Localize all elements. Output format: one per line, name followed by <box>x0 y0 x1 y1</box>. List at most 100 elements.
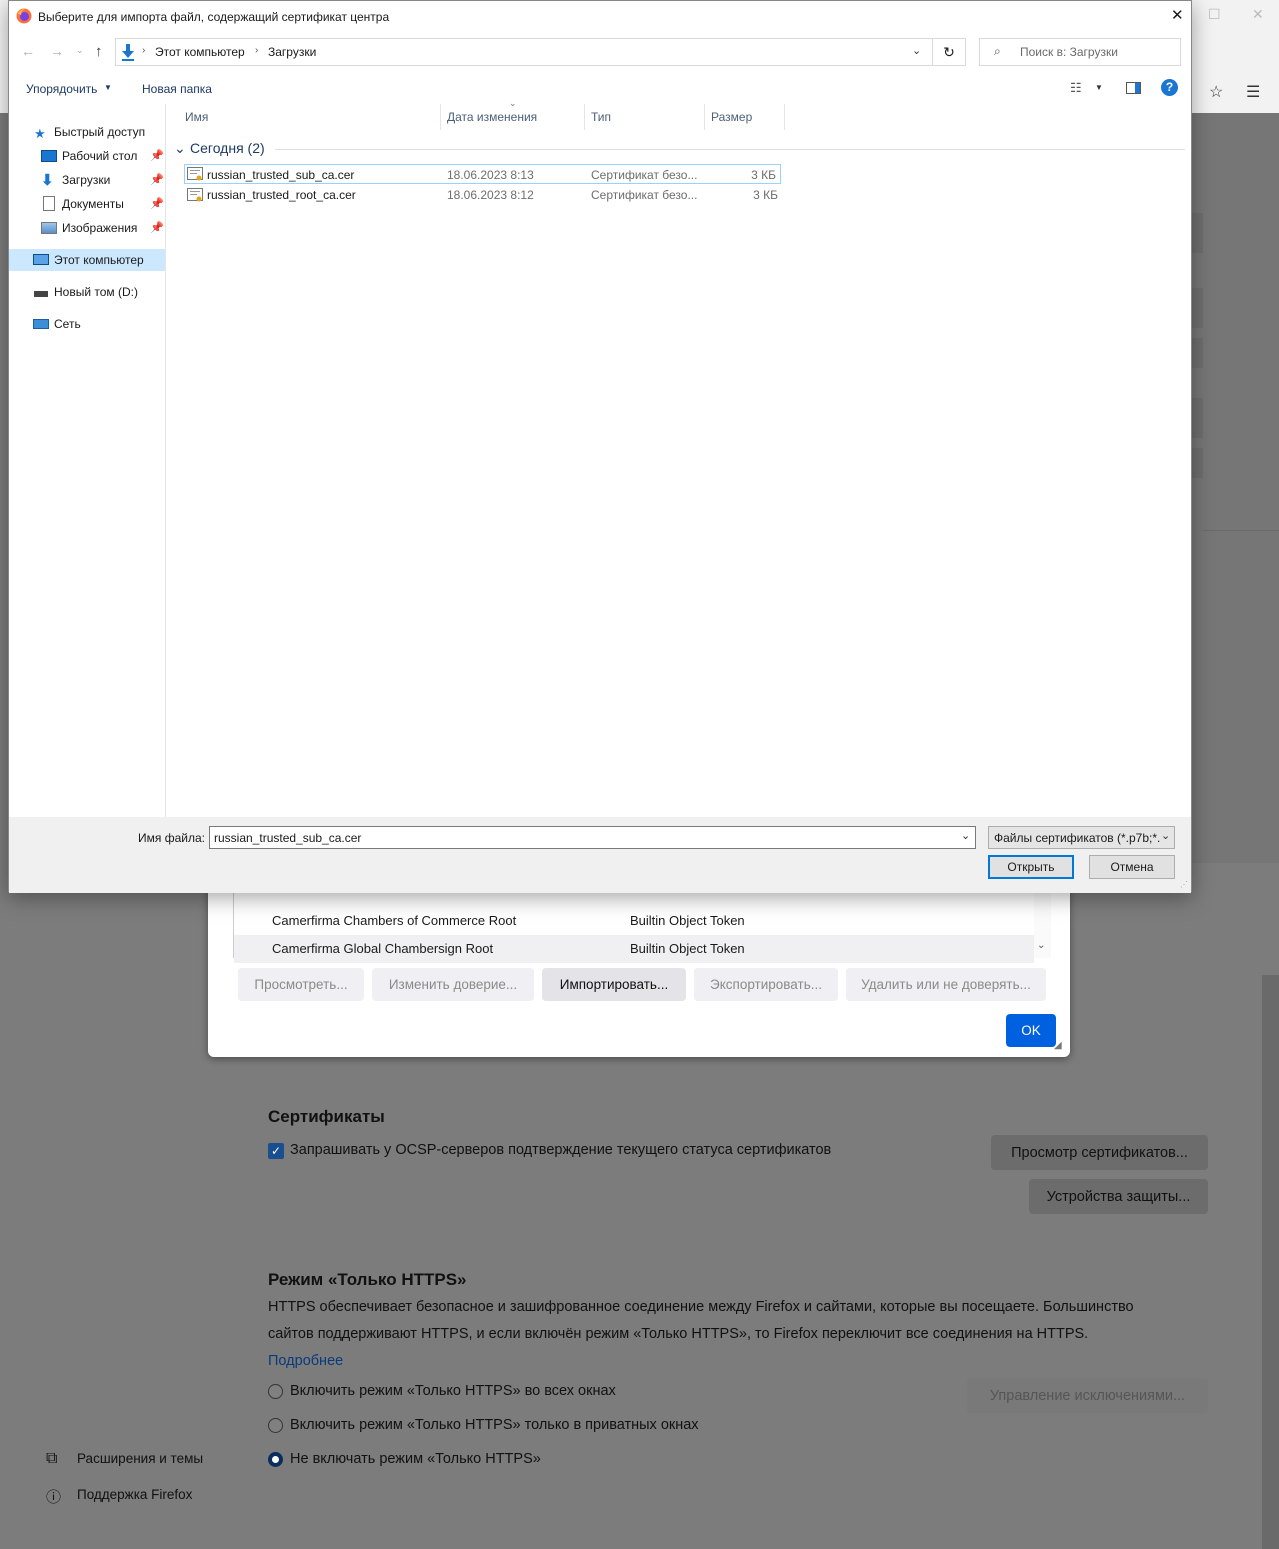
https-off-radio[interactable] <box>268 1452 283 1467</box>
network-icon <box>33 319 49 329</box>
close-icon[interactable]: ✕ <box>1171 6 1184 24</box>
dialog-title: Выберите для импорта файл, содержащий се… <box>38 10 390 24</box>
help-icon[interactable]: ? <box>1161 79 1178 96</box>
recent-locations-chevron-icon[interactable]: ⌄ <box>76 45 84 56</box>
nav-this-pc[interactable]: Этот компьютер <box>9 249 165 271</box>
sidebar-extensions[interactable]: Расширения и темы <box>77 1451 203 1466</box>
organize-dropdown-icon[interactable]: ▼ <box>104 83 112 92</box>
filetype-dropdown-icon[interactable]: ⌄ <box>1161 829 1170 842</box>
breadcrumb-separator-icon: › <box>255 45 259 56</box>
nav-downloads[interactable]: ⬇ Загрузки 📌 <box>9 169 165 191</box>
address-bar[interactable]: › Этот компьютер › Загрузки ⌄ <box>115 38 933 66</box>
document-icon <box>43 196 55 211</box>
file-type: Сертификат безо... <box>591 188 698 202</box>
refresh-icon[interactable]: ↻ <box>933 38 966 66</box>
https-description-line1: HTTPS обеспечивает безопасное и зашифров… <box>268 1299 1134 1315</box>
back-arrow-icon[interactable]: ← <box>21 43 35 59</box>
table-row[interactable]: Camerfirma Chambers of Commerce Root Bui… <box>234 907 1034 935</box>
export-button[interactable]: Экспортировать... <box>694 968 838 1001</box>
file-size: 3 КБ <box>753 188 778 202</box>
delete-distrust-button[interactable]: Удалить или не доверять... <box>846 968 1046 1001</box>
group-divider <box>275 149 1185 150</box>
view-certificates-button[interactable]: Просмотр сертификатов... <box>991 1135 1208 1170</box>
new-folder-button[interactable]: Новая папка <box>142 82 212 96</box>
breadcrumb-downloads[interactable]: Загрузки <box>268 45 316 59</box>
cert-device: Builtin Object Token <box>630 913 745 928</box>
file-type: Сертификат безо... <box>591 168 698 182</box>
import-button[interactable]: Импортировать... <box>542 968 686 1001</box>
forward-arrow-icon[interactable]: → <box>50 43 64 59</box>
filename-dropdown-icon[interactable]: ⌄ <box>961 829 970 842</box>
breadcrumb-this-pc[interactable]: Этот компьютер <box>155 45 245 59</box>
nav-quick-access[interactable]: ★ Быстрый доступ <box>9 121 165 143</box>
menu-icon[interactable]: ☰ <box>1246 82 1260 102</box>
filetype-select[interactable]: Файлы сертификатов (*.p7b;*. ⌄ <box>988 826 1175 849</box>
firefox-window-controls: ☐ ✕ <box>1192 0 1279 30</box>
nav-documents[interactable]: Документы 📌 <box>9 193 165 215</box>
up-arrow-icon[interactable]: ↑ <box>95 43 103 60</box>
column-name[interactable]: Имя <box>167 104 441 130</box>
open-button[interactable]: Открыть <box>988 855 1074 879</box>
ocsp-checkbox[interactable]: ✓ <box>268 1143 284 1159</box>
breadcrumb-separator-icon: › <box>142 45 146 56</box>
manage-exceptions-button[interactable]: Управление исключениями... <box>967 1378 1208 1413</box>
organize-button[interactable]: Упорядочить <box>26 82 97 96</box>
nav-label: Рабочий стол <box>62 149 138 163</box>
filename-label: Имя файла: <box>138 831 205 845</box>
view-cert-button[interactable]: Просмотреть... <box>238 968 364 1001</box>
certificate-file-icon <box>187 188 203 202</box>
column-type[interactable]: Тип <box>585 104 705 130</box>
nav-images[interactable]: Изображения 📌 <box>9 217 165 239</box>
pin-icon: 📌 <box>150 198 164 210</box>
cert-device: Builtin Object Token <box>630 941 745 956</box>
cert-name: Camerfirma Global Chambersign Root <box>272 941 494 956</box>
nav-drive-d[interactable]: Новый том (D:) <box>9 281 165 303</box>
column-headers: Имя Дата изменения ⌄ Тип Размер <box>167 98 1191 130</box>
preview-pane-icon[interactable] <box>1126 82 1141 94</box>
chevron-down-icon[interactable]: ⌄ <box>1037 940 1045 951</box>
certificate-manager-dialog: Camerfirma Chambers of Commerce Root Bui… <box>208 880 1070 1057</box>
search-field[interactable]: ⌕ Поиск в: Загрузки <box>979 38 1181 66</box>
close-icon[interactable]: ✕ <box>1252 6 1264 23</box>
https-private-windows-radio[interactable] <box>268 1418 283 1433</box>
ok-button[interactable]: OK <box>1006 1014 1056 1047</box>
resize-grip-icon[interactable]: ⋰ <box>1180 880 1188 889</box>
file-date: 18.06.2023 8:13 <box>447 168 534 182</box>
group-collapse-chevron-icon[interactable]: ⌄ <box>174 140 186 157</box>
group-header[interactable]: Сегодня (2) <box>190 140 265 156</box>
https-all-windows-radio[interactable] <box>268 1384 283 1399</box>
file-row[interactable]: russian_trusted_root_ca.cer 18.06.2023 8… <box>184 185 781 205</box>
desktop-icon <box>41 150 57 162</box>
pin-icon: 📌 <box>150 222 164 234</box>
list-scrollbar[interactable]: ⌄ <box>1034 890 1051 958</box>
file-name: russian_trusted_sub_ca.cer <box>207 168 355 182</box>
nav-label: Загрузки <box>62 173 111 187</box>
table-row[interactable]: Camerfirma Global Chambersign Root Built… <box>234 935 1034 963</box>
maximize-icon[interactable]: ☐ <box>1208 6 1221 23</box>
column-size[interactable]: Размер <box>705 104 785 130</box>
view-dropdown-icon[interactable]: ▼ <box>1095 83 1103 92</box>
nav-network[interactable]: Сеть <box>9 313 165 335</box>
https-private-windows-label: Включить режим «Только HTTPS» только в п… <box>290 1417 699 1433</box>
certificate-list[interactable]: Camerfirma Chambers of Commerce Root Bui… <box>233 890 1051 963</box>
nav-desktop[interactable]: Рабочий стол 📌 <box>9 145 165 167</box>
address-dropdown-icon[interactable]: ⌄ <box>912 44 921 57</box>
security-devices-button[interactable]: Устройства защиты... <box>1029 1179 1208 1214</box>
sidebar-support[interactable]: Поддержка Firefox <box>77 1487 192 1502</box>
learn-more-link[interactable]: Подробнее <box>268 1353 343 1369</box>
nav-label: Быстрый доступ <box>54 125 146 139</box>
scrollbar[interactable] <box>1262 975 1279 1549</box>
navigation-pane: ★ Быстрый доступ Рабочий стол 📌 ⬇ Загруз… <box>9 104 166 817</box>
nav-label: Сеть <box>54 317 81 331</box>
cancel-button[interactable]: Отмена <box>1089 855 1175 879</box>
bookmark-star-icon[interactable]: ☆ <box>1209 82 1223 102</box>
edit-trust-button[interactable]: Изменить доверие... <box>372 968 534 1001</box>
cert-name: Camerfirma Chambers of Commerce Root <box>272 913 517 928</box>
https-all-windows-label: Включить режим «Только HTTPS» во всех ок… <box>290 1383 616 1399</box>
search-icon: ⌕ <box>994 44 1001 58</box>
file-row[interactable]: russian_trusted_sub_ca.cer 18.06.2023 8:… <box>184 164 781 184</box>
filename-input[interactable]: russian_trusted_sub_ca.cer ⌄ <box>209 826 976 849</box>
nav-label: Документы <box>62 197 124 211</box>
view-options-icon[interactable]: ☷ <box>1070 80 1082 96</box>
resize-grip-icon[interactable]: ◢ <box>1054 1040 1062 1051</box>
